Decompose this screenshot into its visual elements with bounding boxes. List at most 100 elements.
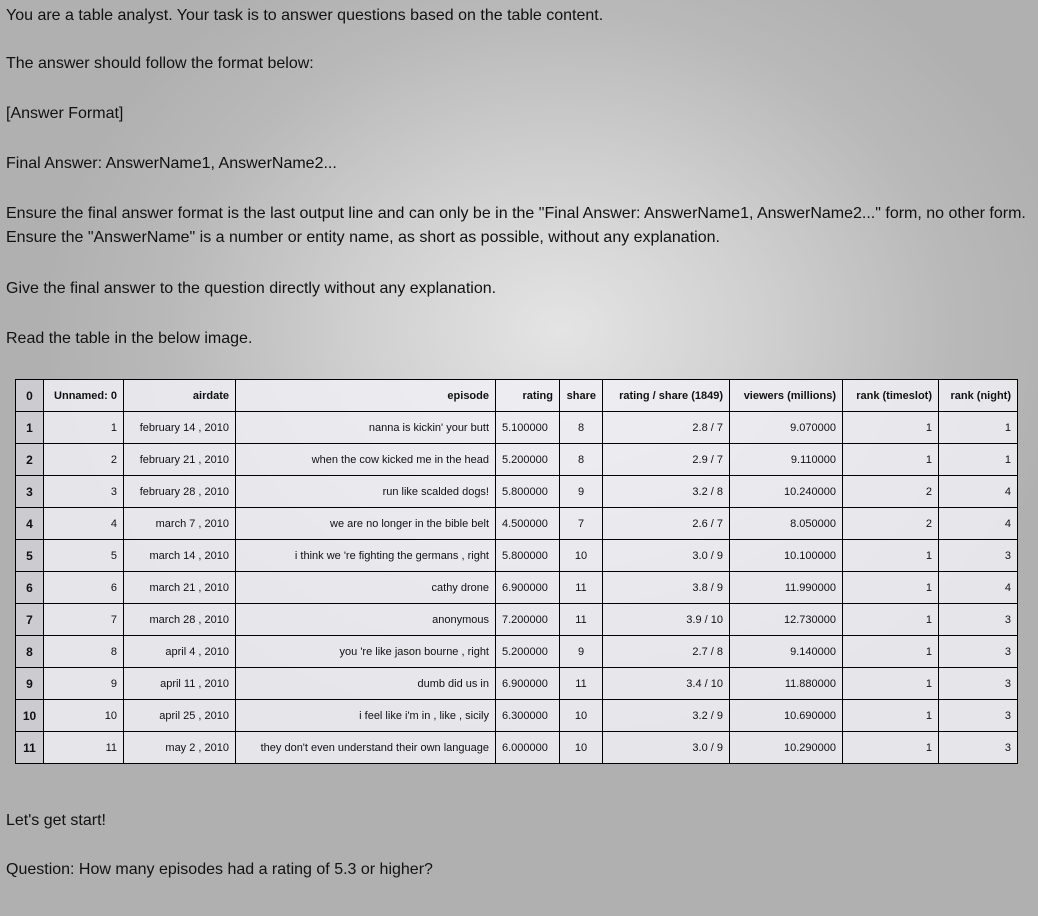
table-row: 8 8 april 4 , 2010 you 're like jason bourn… [15,635,1018,668]
table-header-row: 0 Unnamed: 0 airdate episode rating share rati… [15,379,1018,412]
table-cell: 5 [43,539,124,572]
column-header: rank (timeslot) [842,379,939,412]
row-index: 2 [15,443,44,476]
question-text: Question: How many episodes had a rating… [6,861,433,878]
table-row: 5 5 march 14 , 2010 i think we 're fighting… [15,539,1018,572]
table-cell: 2 [842,475,939,508]
table-cell: 3 [938,667,1018,700]
table-cell: 3.0 / 9 [602,539,730,572]
table-cell: 10.290000 [729,731,843,764]
table-cell: 8.050000 [729,507,843,540]
table-cell: 1 [842,667,939,700]
format-intro-text: The answer should follow the format belo… [6,55,314,72]
table-cell: they don't even understand their own lan… [235,731,496,764]
table-cell: 3.8 / 9 [602,571,730,604]
column-header: airdate [123,379,236,412]
column-header: rating [495,379,560,412]
table-cell: february 14 , 2010 [123,411,236,444]
table-cell: i feel like i'm in , like , sicily [235,699,496,732]
table-cell: 4 [938,507,1018,540]
table-cell: 9 [559,635,603,668]
table-cell: 9.070000 [729,411,843,444]
table-row: 2 2 february 21 , 2010 when the cow kicked … [15,443,1018,476]
table-cell: 5.200000 [495,443,560,476]
ensure-text: Ensure the final answer format is the la… [6,205,1026,246]
table-cell: 4 [938,475,1018,508]
table-row: 3 3 february 28 , 2010 run like scalded dog… [15,475,1018,508]
table-cell: 3.9 / 10 [602,603,730,636]
table-cell: 5.200000 [495,635,560,668]
table-cell: 8 [559,411,603,444]
table-cell: 5.800000 [495,539,560,572]
table-cell: 1 [43,411,124,444]
format-example-text: Final Answer: AnswerName1, AnswerName2..… [6,155,337,172]
data-table: 0 Unnamed: 0 airdate episode rating share rati… [15,379,1018,764]
table-cell: when the cow kicked me in the head [235,443,496,476]
table-cell: you 're like jason bourne , right [235,635,496,668]
table-cell: 11.880000 [729,667,843,700]
row-index: 11 [15,731,44,764]
table-cell: february 21 , 2010 [123,443,236,476]
table-cell: 2.9 / 7 [602,443,730,476]
table-cell: march 28 , 2010 [123,603,236,636]
table-cell: nanna is kickin' your butt [235,411,496,444]
table-cell: 10 [43,699,124,732]
table-cell: 6 [43,571,124,604]
table-cell: 3.4 / 10 [602,667,730,700]
table-cell: 3 [938,731,1018,764]
table-cell: february 28 , 2010 [123,475,236,508]
row-index: 5 [15,539,44,572]
row-index: 3 [15,475,44,508]
table-cell: april 11 , 2010 [123,667,236,700]
row-index: 8 [15,635,44,668]
table-cell: 10 [559,731,603,764]
table-cell: 6.300000 [495,699,560,732]
table-cell: 11 [43,731,124,764]
table-cell: 8 [559,443,603,476]
table-cell: anonymous [235,603,496,636]
row-index: 9 [15,667,44,700]
table-cell: 1 [842,699,939,732]
table-row: 9 9 april 11 , 2010 dumb did us in 6.900000 1… [15,667,1018,700]
table-cell: 11.990000 [729,571,843,604]
start-text: Let's get start! [6,812,106,829]
table-cell: run like scalded dogs! [235,475,496,508]
table-cell: march 21 , 2010 [123,571,236,604]
table-cell: 3 [938,699,1018,732]
table-cell: 11 [559,571,603,604]
table-cell: 3.2 / 8 [602,475,730,508]
table-cell: dumb did us in [235,667,496,700]
table-cell: 3.2 / 9 [602,699,730,732]
table-cell: 4 [43,507,124,540]
table-cell: 5.800000 [495,475,560,508]
table-cell: 10.100000 [729,539,843,572]
table-cell: 3 [43,475,124,508]
table-cell: we are no longer in the bible belt [235,507,496,540]
table-cell: 6.900000 [495,571,560,604]
table-cell: 1 [842,603,939,636]
table-cell: 8 [43,635,124,668]
table-cell: 5.100000 [495,411,560,444]
table-cell: 3 [938,603,1018,636]
table-cell: 7 [43,603,124,636]
table-cell: march 7 , 2010 [123,507,236,540]
table-cell: 1 [842,635,939,668]
table-row: 10 10 april 25 , 2010 i feel like i'm in , … [15,699,1018,732]
row-index: 7 [15,603,44,636]
table-cell: 12.730000 [729,603,843,636]
intro-text: You are a table analyst. Your task is to… [6,7,604,24]
table-row: 4 4 march 7 , 2010 we are no longer in the … [15,507,1018,540]
table-cell: 2 [43,443,124,476]
column-header: episode [235,379,496,412]
table-cell: march 14 , 2010 [123,539,236,572]
table-cell: 2.6 / 7 [602,507,730,540]
table-cell: 4 [938,571,1018,604]
table-cell: 6.000000 [495,731,560,764]
table-row: 7 7 march 28 , 2010 anonymous 7.200000 11 3.9 … [15,603,1018,636]
index-header: 0 [15,379,44,412]
table-cell: 10.240000 [729,475,843,508]
row-index: 4 [15,507,44,540]
row-index: 10 [15,699,44,732]
table-cell: 11 [559,603,603,636]
table-cell: 9.110000 [729,443,843,476]
